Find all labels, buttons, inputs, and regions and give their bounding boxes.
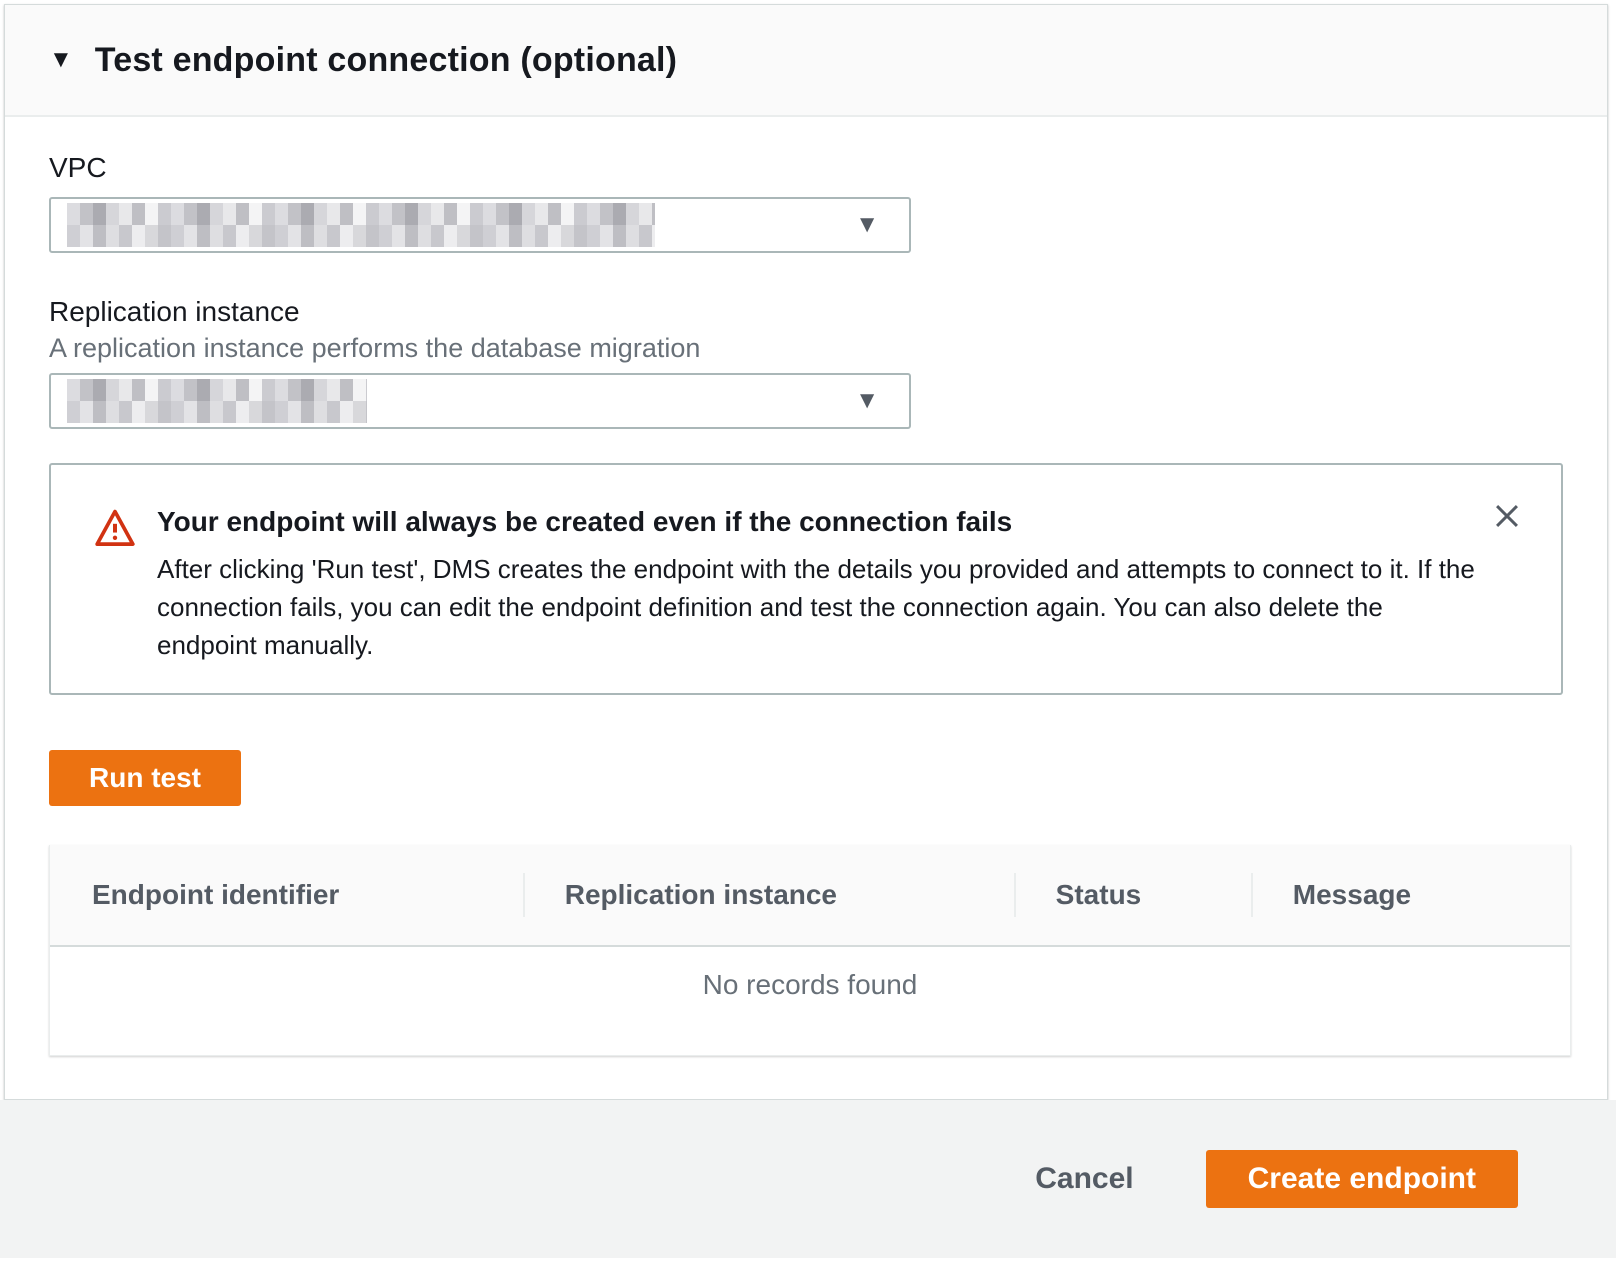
cancel-button[interactable]: Cancel xyxy=(1025,1156,1143,1202)
section-title: Test endpoint connection (optional) xyxy=(95,41,677,80)
create-endpoint-button[interactable]: Create endpoint xyxy=(1206,1150,1518,1208)
replication-instance-label: Replication instance xyxy=(49,297,1563,327)
section-body: VPC ▼ Replication instance A replication… xyxy=(5,153,1607,1056)
test-endpoint-connection-section: ▼ Test endpoint connection (optional) VP… xyxy=(4,4,1608,1100)
form-actions-footer: Cancel Create endpoint xyxy=(0,1100,1616,1258)
redacted-replication-instance-value xyxy=(67,379,367,423)
vpc-label: VPC xyxy=(49,153,1563,183)
alert-close-button[interactable] xyxy=(1487,497,1527,537)
run-test-button[interactable]: Run test xyxy=(49,750,241,806)
endpoint-warning-alert: Your endpoint will always be created eve… xyxy=(49,463,1563,695)
column-header-replication-instance: Replication instance xyxy=(523,845,1014,945)
replication-instance-select[interactable]: ▼ xyxy=(49,373,911,429)
alert-body: After clicking 'Run test', DMS creates t… xyxy=(157,550,1481,664)
section-header[interactable]: ▼ Test endpoint connection (optional) xyxy=(5,5,1607,117)
warning-triangle-icon xyxy=(93,507,137,554)
table-header-row: Endpoint identifier Replication instance… xyxy=(50,845,1570,947)
replication-instance-description: A replication instance performs the data… xyxy=(49,333,1563,363)
test-results-table: Endpoint identifier Replication instance… xyxy=(49,845,1571,1056)
collapse-triangle-icon: ▼ xyxy=(49,48,73,72)
redacted-vpc-value xyxy=(67,203,655,247)
alert-content: Your endpoint will always be created eve… xyxy=(157,505,1481,664)
table-empty-state: No records found xyxy=(50,947,1570,1055)
close-icon xyxy=(1490,499,1524,536)
alert-title: Your endpoint will always be created eve… xyxy=(157,505,1481,539)
column-header-endpoint-identifier: Endpoint identifier xyxy=(50,845,523,945)
dropdown-arrow-icon: ▼ xyxy=(855,389,879,413)
column-header-status: Status xyxy=(1014,845,1251,945)
vpc-select[interactable]: ▼ xyxy=(49,197,911,253)
column-header-message: Message xyxy=(1251,845,1570,945)
dropdown-arrow-icon: ▼ xyxy=(855,213,879,237)
